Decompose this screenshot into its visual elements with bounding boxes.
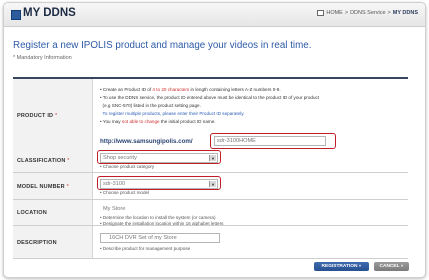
- label-column: [13, 78, 92, 258]
- breadcrumb-home[interactable]: HOME: [326, 10, 343, 16]
- column-divider: [92, 78, 93, 258]
- registration-button[interactable]: REGISTRATION »: [314, 262, 369, 271]
- note-example: (e.g SNC-570) listed in the product sett…: [100, 103, 201, 108]
- form-bottom-rule: [13, 258, 408, 259]
- location-hint-2: • Designate the installation location wi…: [100, 221, 224, 226]
- product-id-notes: • Create an Product ID of 4 to 20 charac…: [100, 86, 400, 126]
- url-prefix: http://www.samsungipolis.com/: [100, 138, 193, 145]
- product-id-label: PRODUCT ID *: [17, 113, 58, 119]
- description-input[interactable]: 16CH DVR Set of my Store: [100, 233, 220, 243]
- classification-highlight: [97, 150, 221, 164]
- row-divider: [13, 199, 408, 200]
- breadcrumb-separator: >: [387, 10, 391, 16]
- note-change: • You may not able to change the initial…: [100, 119, 216, 124]
- model-number-hint: • Choose product model: [100, 190, 150, 195]
- title-bar: MY DDNS HOME > DDNS Service > MY DDNS: [4, 3, 425, 27]
- location-label: LOCATION: [17, 210, 47, 216]
- description-label: DESCRIPTION: [17, 240, 57, 246]
- breadcrumb: HOME > DDNS Service > MY DDNS: [317, 10, 418, 16]
- mandatory-note: * Mandatory Information: [13, 55, 72, 61]
- location-input[interactable]: My Store: [100, 204, 184, 214]
- note-identical: • To use the DDNS service, the product I…: [100, 95, 320, 100]
- cancel-button[interactable]: CANCEL »: [374, 262, 409, 271]
- breadcrumb-section[interactable]: DDNS Service: [350, 10, 385, 16]
- product-id-highlight: [210, 133, 336, 149]
- form-top-rule: [13, 77, 408, 79]
- model-number-label: MODEL NUMBER *: [17, 184, 69, 190]
- classification-hint: • Choose product category: [100, 164, 155, 169]
- note-multiple: To register multiple products, please en…: [100, 111, 245, 116]
- breadcrumb-separator: >: [344, 10, 349, 16]
- page-headline: Register a new IPOLIS product and manage…: [13, 40, 312, 51]
- row-divider: [13, 172, 408, 173]
- breadcrumb-current: MY DDNS: [392, 10, 418, 16]
- home-icon: [317, 10, 325, 16]
- model-number-highlight: [97, 176, 221, 190]
- description-hint: • Describe product for management purpos…: [100, 246, 191, 251]
- page-title: MY DDNS: [23, 7, 76, 19]
- classification-label: CLASSIFICATION *: [17, 158, 70, 164]
- note-length: • Create an Product ID of 4 to 20 charac…: [100, 87, 281, 92]
- square-bullet-icon: [11, 10, 21, 20]
